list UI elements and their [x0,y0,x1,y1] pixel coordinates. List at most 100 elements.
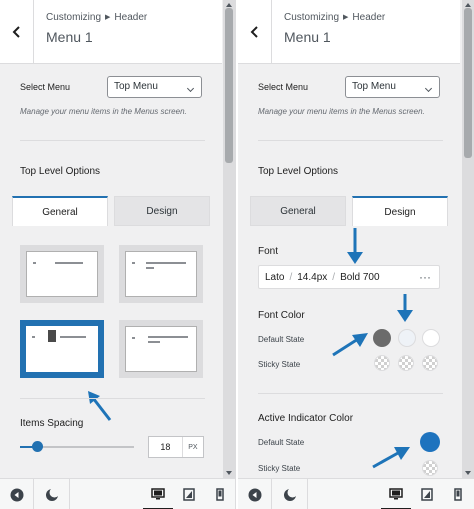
scroll-down-arrow-icon[interactable] [226,471,232,475]
select-menu-dropdown[interactable]: Top Menu [107,76,202,98]
tab-label: Design [384,206,416,218]
scroll-down-arrow-icon[interactable] [465,471,471,475]
mobile-icon [216,488,224,501]
dark-mode-icon [45,487,59,501]
layout-preview [125,326,197,372]
layout-option-1[interactable] [20,245,104,303]
previous-icon [248,488,261,501]
divider [258,393,443,394]
dark-mode-button[interactable] [272,479,308,509]
footer-bar [238,478,474,509]
indicator-color-swatch-default[interactable] [420,432,440,452]
collapse-button[interactable] [0,479,34,509]
section-title: Top Level Options [20,166,101,177]
tab-label: General [280,205,316,217]
customizer-panel-right: Customizing ▶ Header Menu 1 Select Menu To… [238,0,474,509]
logo-dot [32,336,35,338]
collapse-button[interactable] [238,479,272,509]
font-color-swatch-hover[interactable] [398,329,416,347]
select-menu-dropdown[interactable]: Top Menu [345,76,440,98]
annotation-arrow-icon [332,333,368,357]
breadcrumb-current: Header [114,12,148,23]
scroll-up-arrow-icon[interactable] [465,3,471,7]
tablet-preview-button[interactable] [412,479,442,509]
menu-dots [55,262,83,264]
scroll-thumb[interactable] [225,8,233,163]
scrollbar[interactable] [223,0,235,478]
menu-dots [148,336,188,338]
back-arrow-icon [250,26,258,38]
font-color-swatch-default[interactable] [373,329,391,347]
divider [20,140,205,141]
back-arrow-icon [12,26,20,38]
indicator-sticky-swatch[interactable] [422,460,438,476]
scrollbar[interactable] [462,0,474,478]
highlight-block [48,330,56,342]
layout-option-4[interactable] [119,320,203,378]
menu-dots [146,262,186,264]
annotation-arrow-icon [347,228,363,264]
logo-dot [132,337,135,339]
sticky-state-label: Sticky State [258,464,301,473]
panel-title: Menu 1 [46,29,93,45]
tab-label: General [42,206,78,218]
sticky-color-swatch-2[interactable] [398,355,414,371]
font-color-swatch-active[interactable] [422,329,440,347]
font-family: Lato [265,271,285,283]
mobile-preview-button[interactable] [443,479,473,509]
layout-option-2[interactable] [119,245,203,303]
divider [258,140,443,141]
back-button[interactable] [0,0,34,64]
scroll-thumb[interactable] [464,8,472,158]
tab-design[interactable]: Design [352,196,448,226]
back-button[interactable] [238,0,272,64]
sticky-color-swatch-3[interactable] [422,355,438,371]
font-picker[interactable]: Lato/ 14.4px / Bold 700 ··· [258,265,440,289]
panel-header: Customizing ▶ Header Menu 1 [238,0,460,64]
breadcrumb-root: Customizing [46,12,102,23]
select-menu-hint: Manage your menu items in the Menus scre… [20,107,187,116]
breadcrumb: Customizing ▶ Header [46,12,148,23]
sticky-state-label: Sticky State [258,360,301,369]
items-spacing-label: Items Spacing [20,418,84,429]
mobile-icon [454,488,462,501]
layout-preview [125,251,197,297]
scroll-up-arrow-icon[interactable] [226,3,232,7]
items-spacing-slider-handle[interactable] [32,441,44,452]
items-spacing-unit[interactable]: PX [181,437,203,457]
desktop-preview-button[interactable] [381,479,411,509]
layout-preview [26,251,98,297]
panel-title: Menu 1 [284,29,331,45]
select-menu-hint: Manage your menu items in the Menus scre… [258,107,425,116]
items-spacing-input[interactable]: 18 PX [148,436,204,458]
ellipsis-icon[interactable]: ··· [419,270,431,284]
tab-general[interactable]: General [12,196,108,226]
desktop-icon [389,487,403,499]
default-state-label: Default State [258,438,305,447]
layout-option-3-selected[interactable] [20,320,104,378]
panel-header: Customizing ▶ Header Menu 1 [0,0,222,64]
desktop-preview-button[interactable] [143,479,173,509]
customizer-panel-left: Customizing ▶ Header Menu 1 Select Menu To… [0,0,236,509]
breadcrumb-current: Header [352,12,386,23]
tab-design[interactable]: Design [114,196,210,226]
annotation-arrow-icon [397,294,413,322]
logo-dot [33,262,36,264]
font-size: 14.4px [297,271,328,283]
submenu-dots [146,267,154,269]
font-color-label: Font Color [258,310,305,321]
dark-mode-button[interactable] [34,479,70,509]
chevron-down-icon [424,84,433,93]
default-state-label: Default State [258,335,305,344]
tab-general[interactable]: General [250,196,346,226]
items-spacing-value: 18 [160,442,171,452]
sticky-color-swatch-1[interactable] [374,355,390,371]
layout-preview [26,326,98,372]
previous-icon [10,488,23,501]
tablet-preview-button[interactable] [174,479,204,509]
submenu-dots [148,341,160,343]
logo-dot [132,262,135,264]
mobile-preview-button[interactable] [205,479,235,509]
breadcrumb-root: Customizing [284,12,340,23]
select-menu-value: Top Menu [114,81,158,92]
